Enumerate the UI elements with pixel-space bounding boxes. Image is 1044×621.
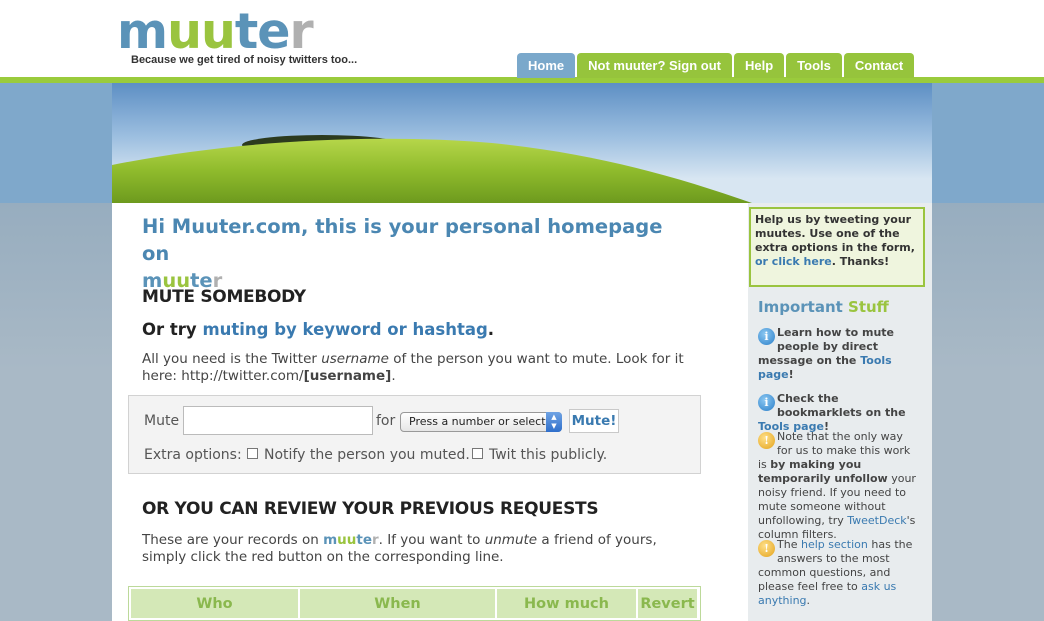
- review-heading: OR YOU CAN REVIEW YOUR PREVIOUS REQUESTS: [142, 499, 599, 519]
- help-us-text: Help us by tweeting your muutes. Use one…: [755, 213, 915, 254]
- mute-heading: MUTE SOMEBODY: [142, 287, 306, 307]
- hill-illustration: [112, 135, 752, 203]
- instr-username: username: [321, 351, 389, 367]
- help-us-box: Help us by tweeting your muutes. Use one…: [749, 207, 925, 287]
- keyword-line: Or try muting by keyword or hashtag.: [142, 320, 495, 339]
- logo-uu: uu: [167, 3, 236, 60]
- nav-contact[interactable]: Contact: [843, 53, 915, 78]
- twit-checkbox[interactable]: [472, 448, 483, 459]
- records-logo-te: te: [356, 532, 372, 548]
- duration-select-value: Press a number or select: [409, 415, 546, 428]
- help-click-here-link[interactable]: or click here: [755, 255, 832, 268]
- tip4-text-1: The: [777, 538, 798, 551]
- notify-label: Notify the person you muted.: [264, 447, 470, 463]
- page-title: Hi Muuter.com, this is your personal hom…: [142, 213, 682, 294]
- tip-bookmarklets: i Check the bookmarklets on the Tools pag…: [758, 392, 918, 434]
- keyword-link[interactable]: muting by keyword or hashtag: [202, 320, 487, 339]
- greeting-text: Hi Muuter.com, this is your personal hom…: [142, 215, 663, 265]
- twit-label: Twit this publicly.: [489, 447, 608, 463]
- help-us-end: . Thanks!: [831, 255, 890, 268]
- logo-r: r: [289, 3, 314, 60]
- main-nav: Home Not muuter? Sign out Help Tools Con…: [517, 53, 915, 78]
- info-icon: i: [758, 394, 775, 411]
- muuter-logo[interactable]: muuter: [117, 3, 314, 60]
- records-text-2: . If you want to: [378, 532, 481, 548]
- select-arrows-icon: ▲ ▼: [546, 412, 562, 432]
- records-logo-r: r: [372, 532, 379, 548]
- records-text-1: These are your records on: [142, 532, 319, 548]
- records-text: These are your records on muuter. If you…: [142, 532, 687, 566]
- mute-form: Mute for Press a number or select ▲ ▼ Mute…: [128, 395, 701, 474]
- records-logo-m: m: [323, 532, 338, 548]
- tip4-end: .: [806, 594, 811, 607]
- nav-tools[interactable]: Tools: [786, 53, 842, 78]
- nav-home[interactable]: Home: [517, 53, 576, 78]
- nav-sign-out[interactable]: Not muuter? Sign out: [577, 53, 732, 78]
- tip2-text: Check the bookmarklets on the: [777, 392, 906, 419]
- col-revert: Revert: [638, 589, 697, 618]
- tip-help-section: ! The help section has the answers to the…: [758, 538, 918, 608]
- tagline: Because we get tired of noisy twitters t…: [131, 54, 358, 66]
- mute-label: Mute: [144, 413, 180, 429]
- tip-unfollow-note: ! Note that the only way for us to make t…: [758, 430, 918, 542]
- mute-button[interactable]: Mute!: [569, 409, 619, 433]
- col-who: Who: [131, 589, 298, 618]
- requests-table-header: Who When How much Revert: [128, 586, 701, 621]
- duration-select[interactable]: Press a number or select ▲ ▼: [400, 412, 562, 432]
- important-stuff-heading: Important Stuff: [758, 298, 889, 316]
- warning-icon: !: [758, 540, 775, 557]
- mute-instructions: All you need is the Twitter username of …: [142, 351, 687, 385]
- logo-te: te: [234, 3, 291, 60]
- col-when: When: [300, 589, 495, 618]
- banner-hill-image: [112, 83, 932, 203]
- notify-checkbox[interactable]: [247, 448, 258, 459]
- records-logo-uu: uu: [337, 532, 357, 548]
- tip1-end: !: [788, 368, 794, 381]
- nav-help[interactable]: Help: [734, 53, 785, 78]
- help-section-link[interactable]: help section: [801, 538, 868, 551]
- tip3-bold: by making you temporarily unfollow: [758, 458, 888, 485]
- info-icon: i: [758, 328, 775, 345]
- col-how-much: How much: [497, 589, 636, 618]
- tweetdeck-link[interactable]: TweetDeck: [847, 514, 906, 527]
- mute-username-input[interactable]: [183, 406, 373, 435]
- instr-text-1: All you need is the Twitter: [142, 351, 317, 367]
- extra-options-label: Extra options:: [144, 447, 242, 463]
- for-label: for: [376, 413, 396, 429]
- tip-direct-message: i Learn how to mute people by direct mess…: [758, 326, 918, 382]
- important-word: Important: [758, 298, 843, 316]
- logo-m: m: [117, 3, 168, 60]
- warning-icon: !: [758, 432, 775, 449]
- records-unmute: unmute: [484, 532, 538, 548]
- or-try-text: Or try: [142, 320, 197, 339]
- stuff-word: Stuff: [848, 298, 889, 316]
- instr-end: .: [391, 368, 396, 384]
- instr-username-bold: [username]: [303, 368, 392, 384]
